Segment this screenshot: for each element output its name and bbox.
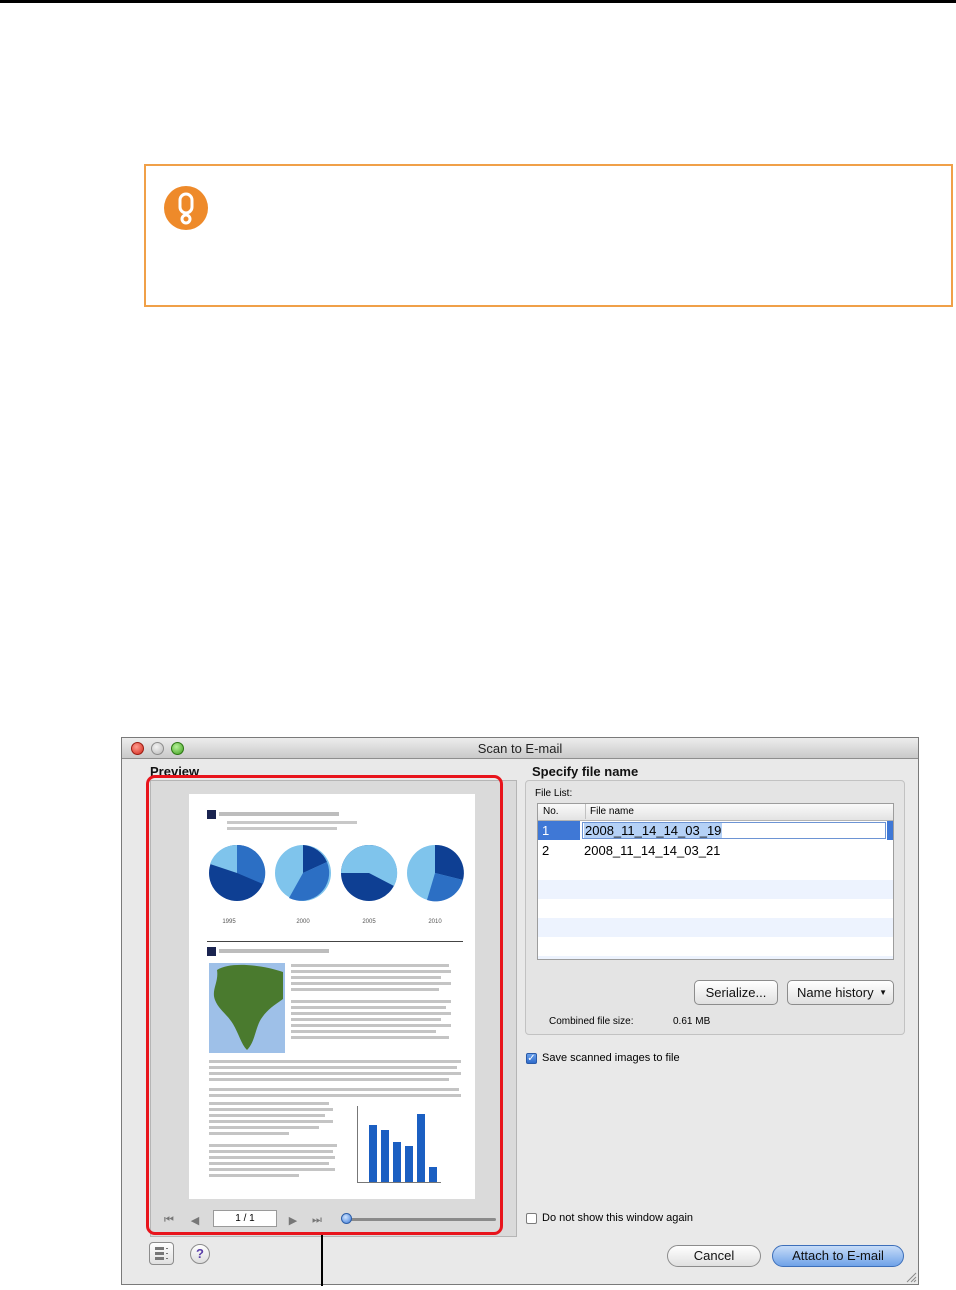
page-indicator[interactable]: 1 / 1 [213, 1210, 277, 1227]
file-name-text: 2008_11_14_14_03_19 [584, 823, 723, 838]
doc-year-label: 1995 [222, 919, 236, 925]
file-name-edit-field[interactable]: 2008_11_14_14_03_19 [582, 822, 886, 839]
list-view-icon[interactable] [149, 1242, 174, 1265]
file-name-text: 2008_11_14_14_03_21 [584, 843, 721, 858]
serialize-button[interactable]: Serialize... [694, 980, 778, 1005]
attach-to-email-button[interactable]: Attach to E-mail [772, 1245, 904, 1267]
table-row[interactable]: 2 2008_11_14_14_03_21 [538, 841, 893, 860]
resize-grip-icon[interactable] [905, 1271, 917, 1283]
row-number: 1 [542, 823, 550, 838]
scan-to-email-window: Scan to E-mail Preview 1995 2000 2005 20… [121, 737, 919, 1286]
scanned-document-image: 1995 2000 2005 2010 [207, 810, 464, 1183]
combined-file-size-value: 0.61 MB [673, 1016, 711, 1027]
column-header-no[interactable]: No. [543, 806, 559, 817]
preview-page-thumbnail: 1995 2000 2005 2010 [189, 794, 475, 1199]
combined-file-size-label: Combined file size: [549, 1016, 634, 1027]
doc-year-label: 2010 [428, 919, 442, 925]
slider-knob[interactable] [341, 1213, 352, 1224]
name-history-button[interactable]: Name history ▼ [787, 980, 894, 1005]
window-titlebar[interactable]: Scan to E-mail [122, 738, 918, 759]
file-list-table[interactable]: No. File name 1 2008_11_14_14_03_19 2 20… [537, 803, 894, 960]
table-row[interactable]: 1 2008_11_14_14_03_19 [538, 821, 893, 840]
specify-file-name-title: Specify file name [532, 764, 639, 779]
window-title: Scan to E-mail [477, 741, 563, 756]
column-header-file-name[interactable]: File name [585, 804, 634, 819]
row-number: 2 [542, 843, 550, 858]
zoom-slider[interactable] [346, 1218, 496, 1221]
help-icon[interactable]: ? [190, 1244, 210, 1264]
do-not-show-again-label[interactable]: Do not show this window again [542, 1212, 693, 1224]
callout-leader-line [321, 1235, 323, 1286]
preview-title: Preview [150, 764, 200, 779]
doc-year-label: 2000 [296, 919, 310, 925]
save-scanned-images-checkbox[interactable]: ✓ [526, 1053, 537, 1064]
cancel-button[interactable]: Cancel [667, 1245, 761, 1267]
page-top-rule [0, 0, 956, 3]
file-list-label: File List: [535, 788, 573, 799]
first-page-icon[interactable]: ⏮ [161, 1214, 177, 1227]
previous-page-icon[interactable]: ◀ [187, 1214, 203, 1227]
name-history-label: Name history [797, 985, 874, 1000]
table-header: No. File name [538, 804, 893, 821]
checkmark-icon: ✓ [527, 1053, 536, 1064]
doc-year-label: 2005 [362, 919, 376, 925]
save-scanned-images-label[interactable]: Save scanned images to file [542, 1052, 680, 1064]
preview-panel: 1995 2000 2005 2010 ⏮ ◀ 1 / 1 ▶ ⏭ [150, 780, 517, 1237]
next-page-icon[interactable]: ▶ [285, 1214, 301, 1227]
preview-navigation-bar: ⏮ ◀ 1 / 1 ▶ ⏭ [151, 1206, 516, 1236]
caution-icon [164, 186, 208, 230]
last-page-icon[interactable]: ⏭ [309, 1214, 325, 1227]
do-not-show-again-checkbox[interactable] [526, 1213, 537, 1224]
specify-file-name-group: File List: No. File name 1 2008_11_14_14… [525, 780, 905, 1035]
caution-box [144, 164, 953, 307]
dropdown-arrow-icon: ▼ [879, 988, 887, 997]
